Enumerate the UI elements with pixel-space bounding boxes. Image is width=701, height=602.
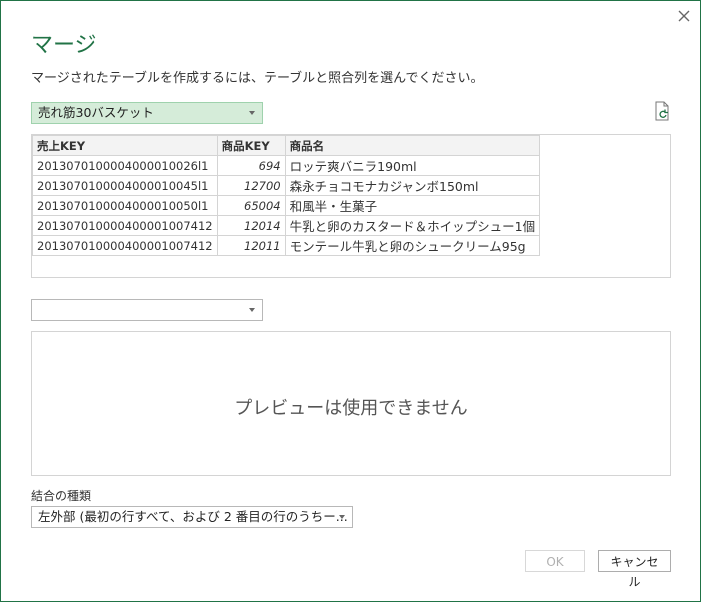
table-row: 2013070100004000010026l1 694 ロッテ爽バニラ190m… xyxy=(32,155,541,176)
merge-dialog: マージ マージされたテーブルを作成するには、テーブルと照合列を選んでください。 … xyxy=(0,0,701,602)
ok-button[interactable]: OK xyxy=(525,550,585,572)
table-cell: 12014 xyxy=(216,215,286,236)
dialog-title: マージ xyxy=(31,33,97,58)
preview-unavailable-message: プレビューは使用できません xyxy=(234,398,468,419)
first-table-select-value: 売れ筋30バスケット xyxy=(38,105,154,120)
table-cell: 12700 xyxy=(216,175,286,196)
table-row: 2013070100004000010050l1 65004 和風半・生菓子 xyxy=(32,195,541,216)
table-cell: 2013070100004000010045l1 xyxy=(32,175,218,196)
table-row: 2013070100004000010045l1 12700 森永チョコモナカジ… xyxy=(32,175,541,196)
table-cell: 和風半・生菓子 xyxy=(284,195,541,216)
chevron-down-icon xyxy=(249,308,255,312)
first-table-select[interactable]: 売れ筋30バスケット xyxy=(31,102,263,124)
table-row: 201307010000400001007412 12011 モンテール牛乳と卵… xyxy=(32,235,541,256)
dialog-description: マージされたテーブルを作成するには、テーブルと照合列を選んでください。 xyxy=(31,71,484,86)
cancel-button[interactable]: キャンセル xyxy=(598,550,671,589)
column-header[interactable]: 商品名 xyxy=(284,135,541,156)
column-header[interactable]: 売上KEY xyxy=(32,135,218,156)
join-kind-select[interactable]: 左外部 (最初の行すべて、および 2 番目の行のうちー... xyxy=(31,506,353,528)
table-header-row: 売上KEY 商品KEY 商品名 xyxy=(32,135,541,156)
table-cell: 牛乳と卵のカスタード＆ホイップシュー1個 xyxy=(284,215,541,236)
table-cell: 201307010000400001007412 xyxy=(32,235,218,256)
table-cell: 2013070100004000010050l1 xyxy=(32,195,218,216)
second-table-select[interactable] xyxy=(31,299,263,321)
table-cell: 65004 xyxy=(216,195,286,216)
join-kind-label: 結合の種類 xyxy=(31,489,92,503)
table-cell: ロッテ爽バニラ190ml xyxy=(284,155,541,176)
chevron-down-icon xyxy=(339,515,345,519)
table-cell: 2013070100004000010026l1 xyxy=(32,155,218,176)
first-table-preview: 売上KEY 商品KEY 商品名 2013070100004000010026l1… xyxy=(31,134,671,278)
table-row: 201307010000400001007412 12014 牛乳と卵のカスター… xyxy=(32,215,541,236)
chevron-down-icon xyxy=(249,111,255,115)
table-cell: 森永チョコモナカジャンボ150ml xyxy=(284,175,541,196)
table-cell: 694 xyxy=(216,155,286,176)
table-cell: モンテール牛乳と卵のシュークリーム95g xyxy=(284,235,541,256)
refresh-file-icon[interactable] xyxy=(654,101,672,121)
table-cell: 201307010000400001007412 xyxy=(32,215,218,236)
preview-table: 売上KEY 商品KEY 商品名 2013070100004000010026l1… xyxy=(32,135,541,256)
close-icon[interactable] xyxy=(673,5,695,27)
table-cell: 12011 xyxy=(216,235,286,256)
column-header[interactable]: 商品KEY xyxy=(216,135,286,156)
second-table-preview: プレビューは使用できません xyxy=(31,331,671,476)
join-kind-select-value: 左外部 (最初の行すべて、および 2 番目の行のうちー... xyxy=(38,509,348,524)
